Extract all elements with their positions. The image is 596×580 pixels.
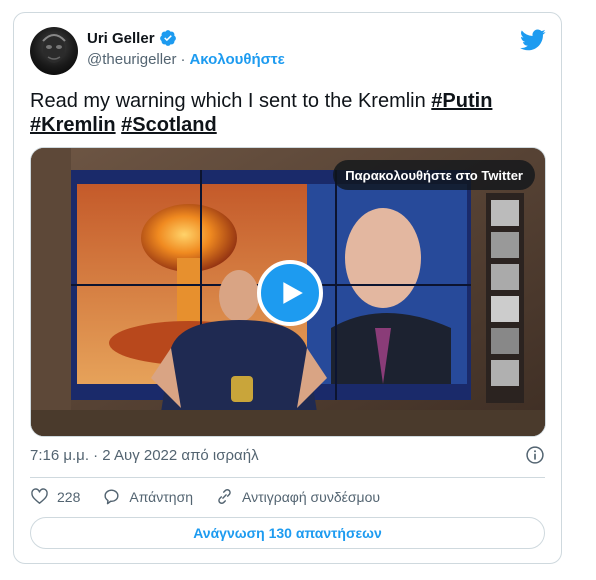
avatar-image [42, 34, 66, 63]
tweet-body: Read my warning which I sent to the Krem… [30, 90, 432, 112]
reply-label: Απάντηση [129, 488, 193, 505]
reply-icon [104, 489, 119, 505]
twitter-bird-icon[interactable] [520, 27, 546, 53]
watch-on-twitter-button[interactable]: Παρακολουθήστε στο Twitter [333, 160, 535, 190]
handle-row: @theurigeller · Ακολουθήστε [87, 51, 285, 68]
action-bar: 228 Απάντηση Αντιγραφή συνδέσμου [30, 487, 402, 506]
reply-button[interactable]: Απάντηση [102, 487, 193, 506]
verified-badge-icon [159, 30, 176, 46]
name-row: Uri Geller [87, 29, 177, 47]
user-handle[interactable]: @theurigeller [87, 51, 176, 68]
avatar[interactable] [30, 27, 78, 75]
link-icon [218, 489, 231, 504]
like-button[interactable]: 228 [30, 487, 80, 506]
display-name[interactable]: Uri Geller [87, 30, 155, 47]
tweet-timestamp[interactable]: 7:16 μ.μ. · 2 Αυγ 2022 από ισραήλ [30, 447, 259, 464]
heart-icon [31, 488, 48, 504]
like-count: 228 [57, 488, 81, 505]
hashtag-kremlin[interactable]: #Kremlin [30, 114, 116, 136]
tweet-text: Read my warning which I sent to the Krem… [30, 89, 530, 137]
hashtag-scotland[interactable]: #Scotland [121, 114, 217, 136]
copy-link-label: Αντιγραφή συνδέσμου [242, 488, 381, 505]
follow-link[interactable]: Ακολουθήστε [189, 51, 284, 68]
info-icon[interactable] [525, 445, 545, 465]
divider [30, 477, 545, 478]
play-button[interactable] [257, 260, 323, 326]
video-player[interactable]: Παρακολουθήστε στο Twitter [30, 147, 546, 437]
tweet-card: Uri Geller @theurigeller · Ακολουθήστε R… [13, 12, 562, 564]
play-icon [283, 282, 303, 304]
read-replies-button[interactable]: Ανάγνωση 130 απαντήσεων [30, 517, 545, 549]
hashtag-putin[interactable]: #Putin [431, 90, 492, 112]
separator: · [180, 51, 186, 68]
copy-link-button[interactable]: Αντιγραφή συνδέσμου [215, 487, 380, 506]
